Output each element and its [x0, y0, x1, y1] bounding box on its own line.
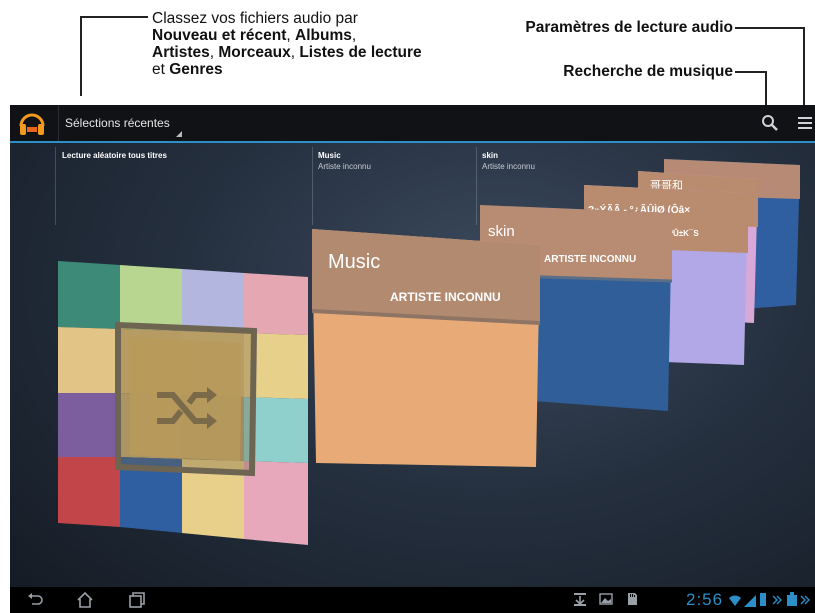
download-notification-icon[interactable]: [572, 591, 588, 607]
chevron-right-icon: [800, 595, 810, 605]
column-divider: [312, 147, 313, 225]
back-icon[interactable]: [26, 591, 44, 609]
album-artist-music: ARTISTE INCONNU: [390, 290, 501, 304]
annotation-sort-categories: Classez vos fichiers audio par Nouveau e…: [152, 10, 432, 78]
annotation-search: Recherche de musique: [563, 63, 733, 80]
battery-icon: [760, 593, 766, 606]
callout-line: [803, 27, 805, 113]
music-app-screen: Sélections récentes Lecture aléatoire to…: [10, 105, 815, 613]
action-bar: Sélections récentes: [10, 105, 815, 143]
album-title-music: Music: [328, 251, 381, 273]
chevron-right-icon: [772, 595, 782, 605]
column-skin-artist: Artiste inconnu: [482, 162, 535, 171]
annotation-term-artistes: Artistes: [152, 44, 210, 61]
sdcard-notification-icon[interactable]: [624, 591, 640, 607]
album-artist-skin: ARTISTE INCONNU: [544, 254, 637, 265]
dropdown-corner-icon: [175, 131, 182, 137]
annotation-text: Classez vos fichiers audio par: [152, 10, 358, 27]
overflow-menu-icon[interactable]: [798, 115, 812, 131]
dock-battery-icon: [787, 592, 797, 606]
column-music-artist: Artiste inconnu: [318, 162, 371, 171]
annotation-term-listes: Listes de lecture: [299, 44, 422, 61]
annotation-settings: Paramètres de lecture audio: [525, 19, 733, 36]
wifi-icon: [729, 595, 741, 606]
recent-apps-icon[interactable]: [128, 591, 146, 609]
view-selector-dropdown[interactable]: Sélections récentes: [58, 105, 184, 141]
column-divider: [55, 147, 56, 225]
headphones-logo-icon[interactable]: [18, 109, 46, 137]
annotation-sep: ,: [286, 27, 296, 44]
column-shuffle-all-title[interactable]: Lecture aléatoire tous titres: [62, 151, 167, 160]
column-music-title[interactable]: Music: [318, 151, 341, 160]
system-navigation-bar: 2:56: [10, 587, 815, 613]
home-icon[interactable]: [76, 591, 94, 609]
search-icon[interactable]: [760, 113, 780, 133]
callout-line: [735, 71, 767, 73]
annotation-sep: et: [152, 61, 170, 78]
shuffle-icon: [157, 387, 217, 429]
gallery-notification-icon[interactable]: [598, 591, 614, 607]
signal-icon: [744, 595, 756, 607]
callout-line: [735, 27, 805, 29]
status-clock[interactable]: 2:56: [686, 590, 723, 610]
annotation-term-morceaux: Morceaux: [218, 44, 291, 61]
view-selector-label: Sélections récentes: [65, 116, 170, 130]
annotation-sep: ,: [351, 27, 357, 44]
annotation-term-nouveau: Nouveau et récent: [152, 27, 287, 44]
annotation-term-genres: Genres: [169, 61, 223, 78]
callout-line: [80, 16, 82, 96]
annotation-term-albums: Albums: [295, 27, 352, 44]
column-skin-title[interactable]: skin: [482, 151, 498, 160]
callout-line: [80, 16, 148, 18]
